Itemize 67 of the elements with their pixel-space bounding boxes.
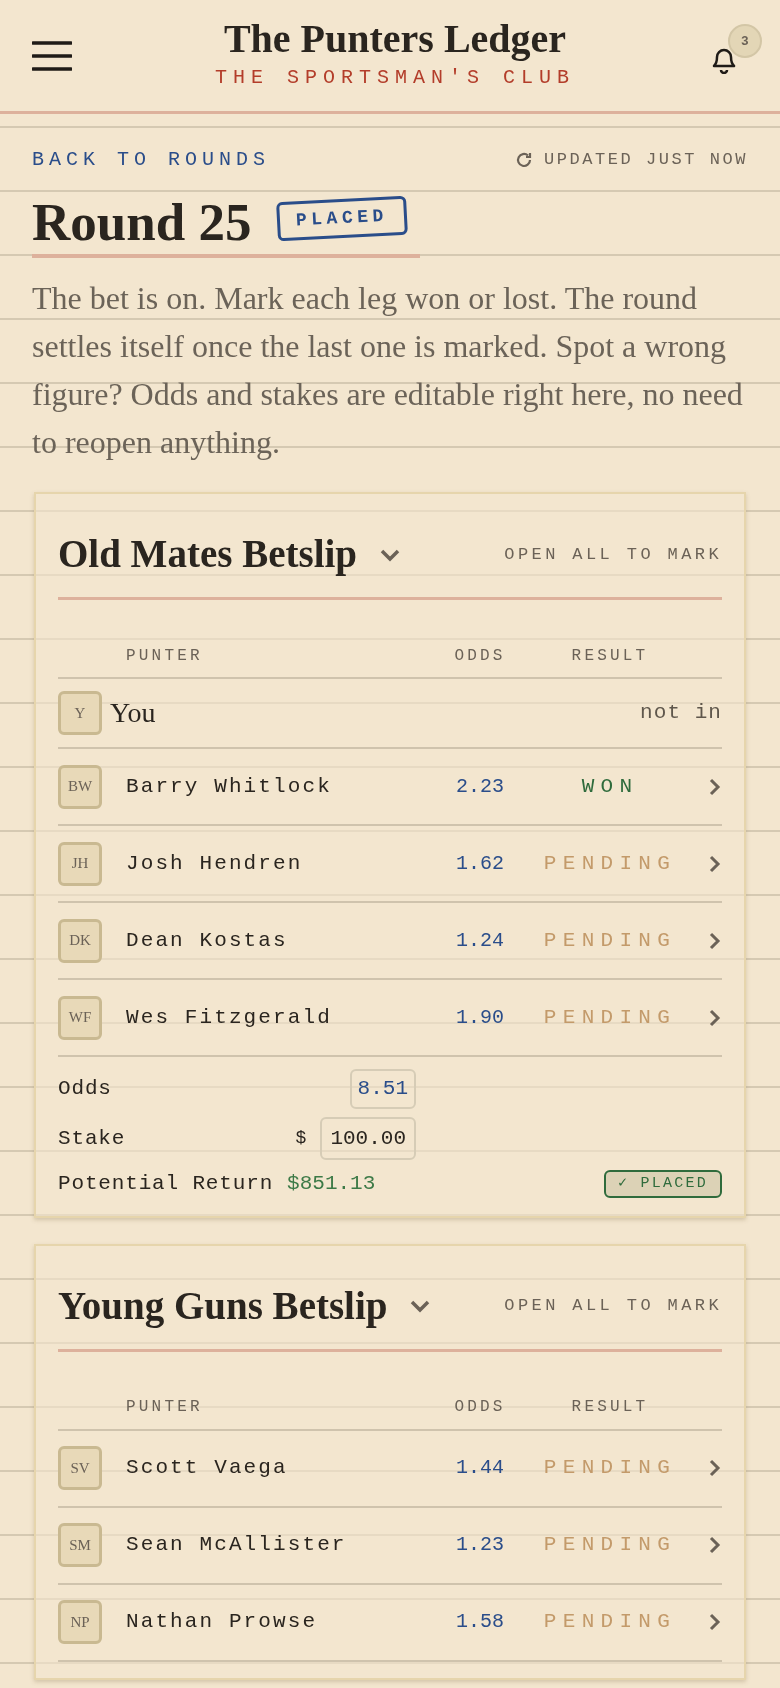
column-header: ODDS [453,645,507,667]
open-all-link[interactable]: OPEN ALL TO MARK [504,1293,722,1319]
avatar: NP [58,1600,102,1644]
punter-name: Sean McAllister [126,1532,348,1559]
menu-icon[interactable] [32,39,72,72]
punter-name: Josh Hendren [126,850,304,877]
result-text: WON [580,773,640,800]
avatar: BW [58,764,102,809]
odds-value: 1.58 [455,1609,505,1635]
intro-paragraph: The bet is on. Mark each leg won or lost. The round settles itself once the last one is marked. Spot a wrong figure? Odds and stakes are editable right here, no need to reopen anything. [31,279,744,462]
return-label: Potential Return [58,1171,274,1197]
chevron-right-icon [708,853,722,874]
avatar: JH [58,841,102,886]
column-header: ODDS [453,1397,507,1418]
column-header: PUNTER [126,1397,204,1418]
avatar: DK [58,918,102,963]
chevron-down-icon[interactable] [379,547,401,562]
odds-label: Odds [58,1076,113,1102]
result-text: PENDING [542,927,678,954]
column-header: RESULT [570,645,650,667]
punter-name: Dean Kostas [126,927,289,954]
result-text: PENDING [542,1004,678,1031]
updated-status: UPDATED JUST NOW [543,149,748,172]
betslip-title: Young Guns Betslip [58,1282,388,1330]
odds-value: 1.90 [455,1004,505,1031]
punter-name: Wes Fitzgerald [126,1004,333,1031]
total-odds-field[interactable]: 8.51 [349,1069,416,1109]
chevron-right-icon [708,1458,722,1478]
chevron-right-icon [708,1535,722,1555]
chevron-down-icon[interactable] [409,1299,432,1313]
currency-symbol: $ [295,1126,307,1150]
back-link[interactable]: BACK TO ROUNDS [32,145,271,175]
result-text: PENDING [542,1455,678,1482]
betslip-title: Old Mates Betslip [58,531,357,578]
result-text: PENDING [542,1609,678,1636]
column-header: RESULT [570,1397,650,1418]
odds-value: 1.23 [455,1532,505,1558]
result-text: PENDING [542,1532,678,1559]
punter-name: Barry Whitlock [126,773,333,800]
open-all-link[interactable]: OPEN ALL TO MARK [504,541,722,568]
avatar: SV [58,1446,102,1490]
chevron-right-icon [708,1612,722,1632]
punter-name: Scott Vaega [126,1455,289,1482]
chevron-right-icon [708,776,722,797]
punter-name: You [110,696,157,730]
stake-field[interactable]: 100.00 [320,1116,416,1160]
placed-stamp: PLACED [276,195,409,241]
odds-value: 1.62 [455,850,505,877]
chevron-right-icon [708,930,722,951]
avatar: WF [58,995,102,1040]
chevron-right-icon [708,1007,722,1028]
stake-label: Stake [58,1125,127,1152]
avatar: Y [58,691,102,735]
odds-value: 1.44 [455,1455,505,1481]
notification-count: 3 [728,23,762,58]
result-text: not in [639,700,722,727]
avatar: SM [58,1523,102,1567]
app-subtitle: THE SPORTSMAN'S CLUB [214,64,575,91]
placed-badge: ✓ PLACED [603,1169,722,1198]
result-text: PENDING [542,850,678,877]
column-header: PUNTER [126,645,204,667]
return-value: $851.13 [287,1171,376,1197]
punter-name: Nathan Prowse [126,1609,319,1636]
round-title: Round 25 [32,192,252,254]
odds-value: 1.24 [455,927,505,954]
odds-value: 2.23 [455,773,505,800]
app-title: The Punters Ledger [223,18,567,59]
